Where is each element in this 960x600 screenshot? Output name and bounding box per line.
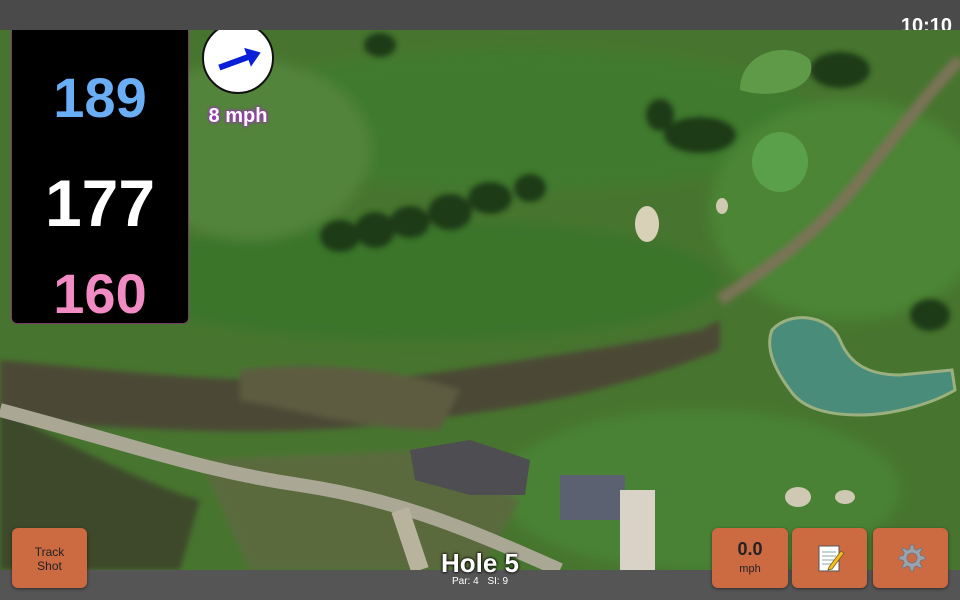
wind-speed-label: 8 mph [208,105,268,127]
satellite-map[interactable]: 189 177 160 8 mph [0,30,960,570]
distance-panel: 189 177 160 [11,30,189,325]
wind-arrow-icon [218,47,261,71]
speed-value: 0.0 [737,539,763,559]
hole-info: Par: 4 SI: 9 [400,576,560,588]
front-distance: 160 [53,262,147,325]
speed-unit: mph [739,563,761,575]
hole-title: Hole 5 [440,548,520,578]
middle-distance: 177 [44,166,156,240]
settings-button[interactable] [873,528,948,588]
top-status-bar: 10:10 [0,0,960,37]
gear-icon [898,544,925,572]
notes-button[interactable] [792,528,867,588]
wind-indicator [202,30,274,94]
notepad-icon [818,545,845,572]
back-distance: 189 [53,66,147,129]
hole-par: Par: 4 [451,576,479,587]
speed-button[interactable]: 0.0 mph [712,528,788,588]
track-shot-label-line1: Track [34,545,65,559]
track-shot-label-line2: Shot [37,559,62,573]
track-shot-button[interactable]: Track Shot [12,528,87,588]
hole-stroke-index: SI: 9 [487,576,509,587]
